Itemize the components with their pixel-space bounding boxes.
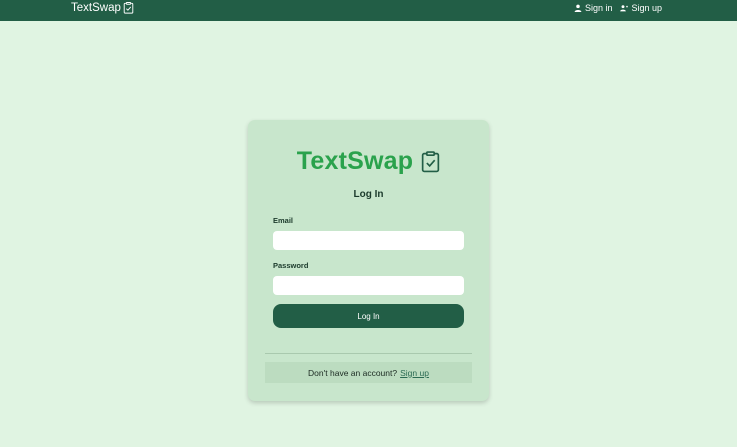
top-navbar: TextSwap Sign in Sign up (0, 0, 737, 21)
user-icon (574, 4, 582, 12)
login-title: Log In (353, 189, 384, 200)
user-plus-icon (620, 5, 629, 12)
sign-up-link[interactable]: Sign up (620, 3, 662, 13)
sign-up-link-footer[interactable]: Sign up (400, 368, 429, 378)
signup-prompt: Don't have an account? Sign up (265, 362, 472, 383)
signup-prompt-text: Don't have an account? (308, 367, 398, 378)
card-logo: TextSwap (248, 147, 489, 176)
navbar-brand-link[interactable]: TextSwap (71, 2, 134, 14)
logo-text: TextSwap (296, 147, 414, 175)
clipboard-check-icon (422, 150, 440, 172)
sign-up-label: Sign up (631, 3, 662, 13)
password-label: Password (273, 261, 309, 270)
email-field[interactable] (273, 231, 464, 250)
email-label: Email (273, 216, 294, 225)
navbar-auth-links: Sign in Sign up (574, 3, 662, 13)
clipboard-check-icon (123, 2, 134, 14)
login-card: TextSwap Log In Email Password Log In Do… (248, 120, 489, 401)
sign-in-link[interactable]: Sign in (574, 3, 613, 13)
card-divider (265, 353, 472, 354)
password-field[interactable] (273, 276, 464, 295)
brand-name: TextSwap (71, 2, 121, 14)
log-in-button[interactable]: Log In (273, 304, 464, 328)
sign-in-label: Sign in (584, 3, 613, 13)
